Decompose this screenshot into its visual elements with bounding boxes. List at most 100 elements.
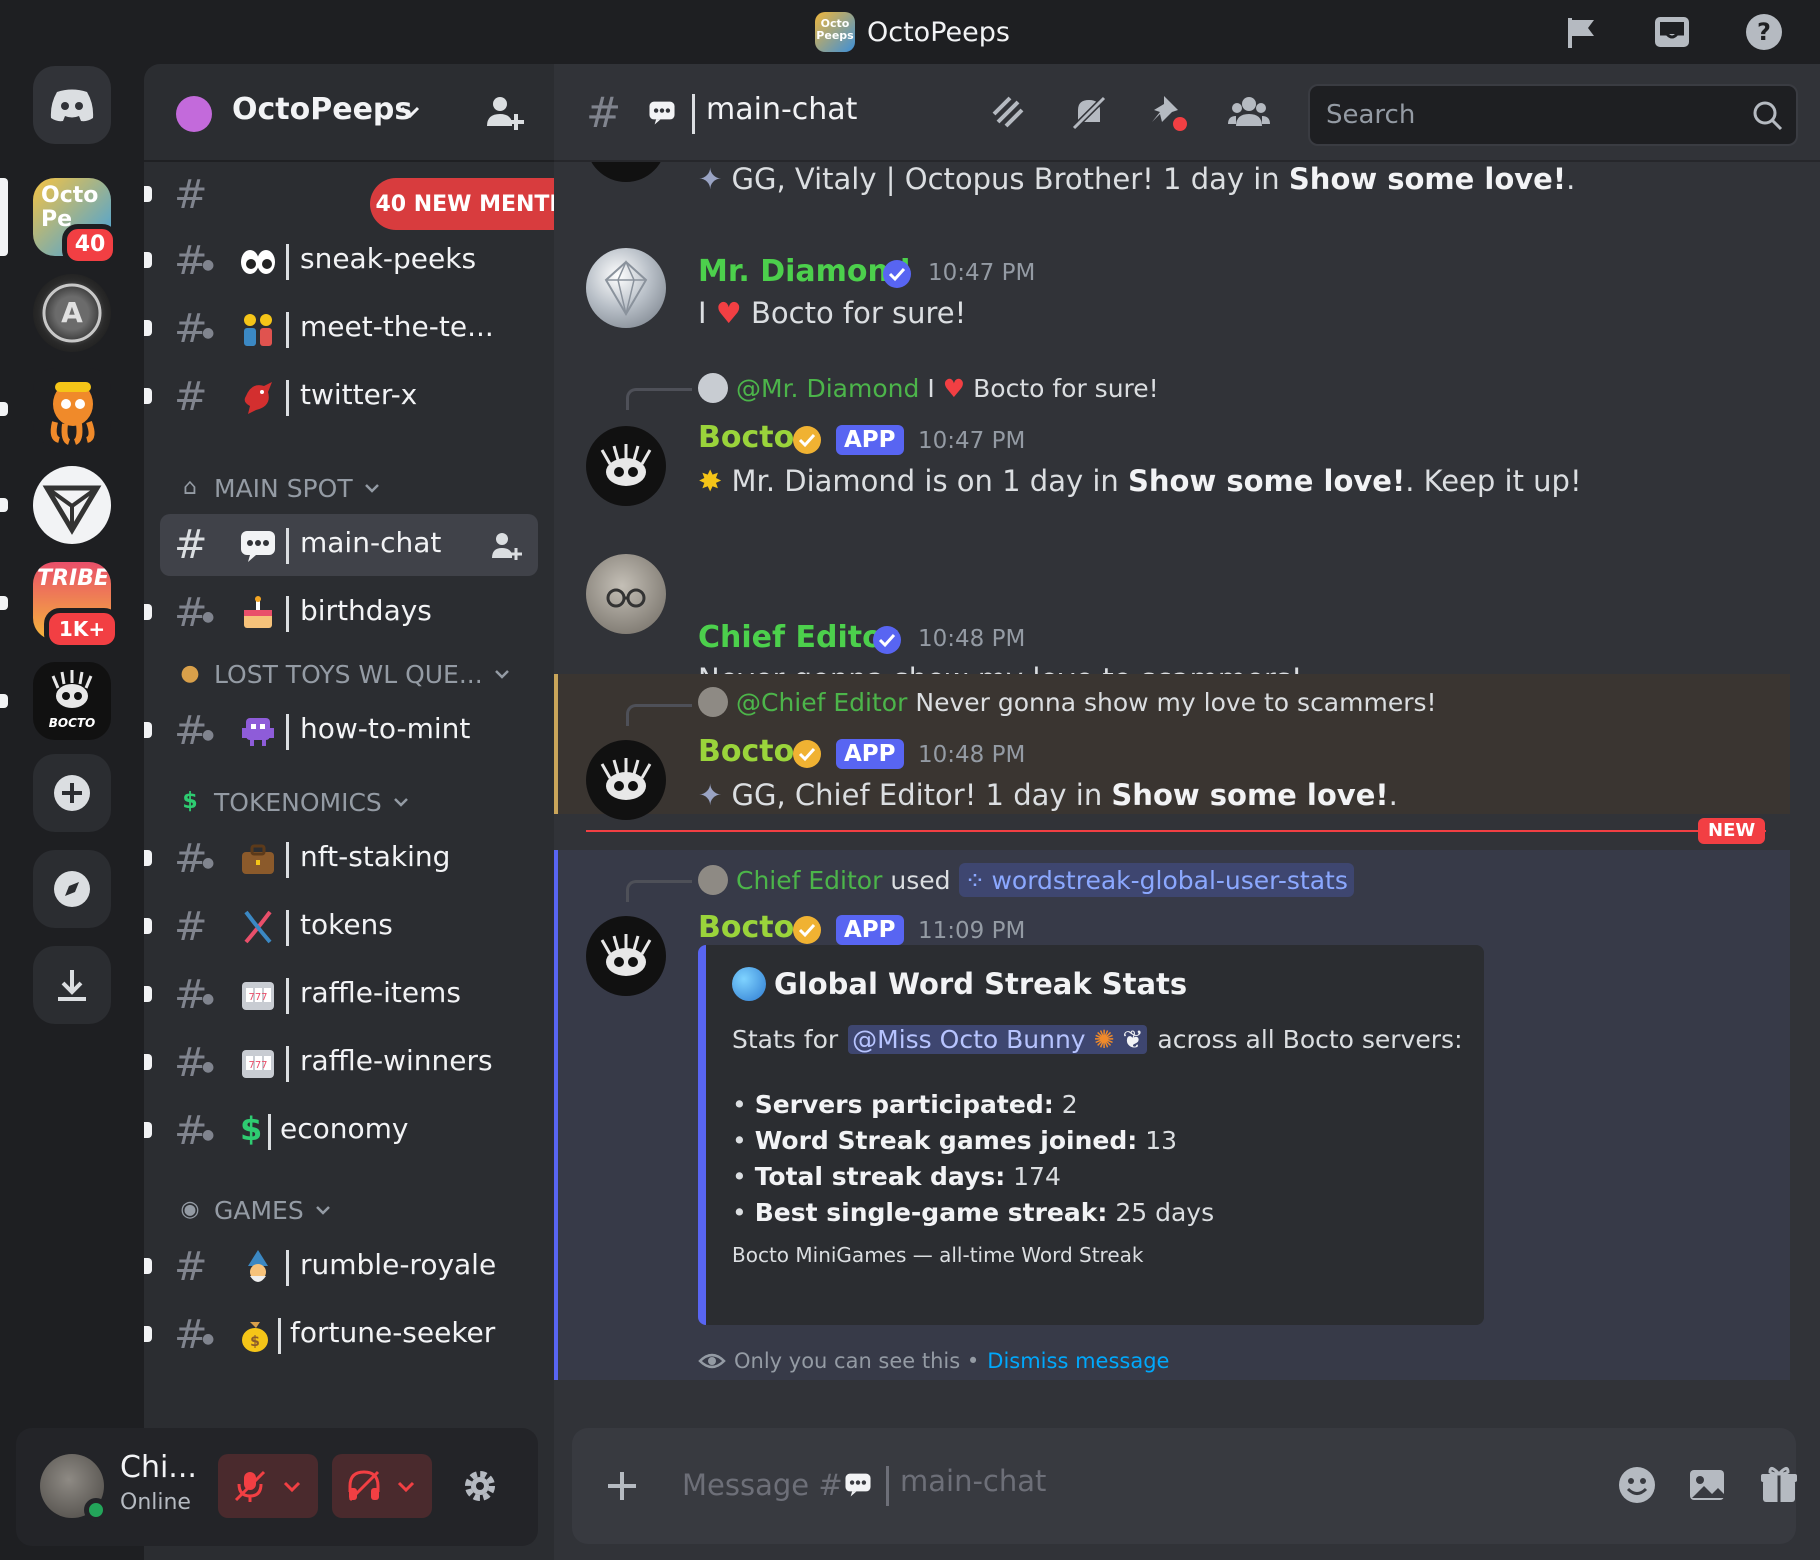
chevron-down-icon [400,106,420,119]
emoji-picker-icon[interactable] [1616,1464,1658,1506]
discord-icon [50,89,94,122]
channel-separator [692,94,695,134]
server-bocto[interactable]: BOCTO [33,662,111,740]
channel-sneak-peeks[interactable]: # ● sneak-peeks [144,230,538,292]
user-mention[interactable]: @Miss Octo Bunny ✺ ❦ [848,1025,1148,1054]
chief-editor-avatar[interactable] [586,554,666,634]
channel-main-chat[interactable]: # main-chat [160,514,538,576]
category-label: TOKENOMICS [214,787,382,817]
notification-bell-muted-icon[interactable] [1068,92,1110,134]
channel-separator [286,978,289,1014]
house-icon: ⌂ [183,475,197,500]
channel-label: meet-the-te... [300,310,494,343]
message-author[interactable]: Bocto [698,910,794,945]
channel-rumble-royale[interactable]: # rumble-royale [144,1236,538,1298]
mr-diamond-avatar[interactable] [586,248,666,328]
svg-text:?: ? [1757,18,1771,46]
channel-sidebar: OctoPeeps # 40 NEW MENTIONS #● sneak-pee… [144,64,554,1560]
download-button[interactable] [33,946,111,1024]
search-icon [1753,101,1783,131]
gear-icon[interactable] [460,1466,500,1506]
channel-separator [886,1466,889,1506]
hash-icon: # [174,1244,208,1290]
hash-icon: # [586,88,622,137]
channel-raffle-winners[interactable]: # ● 777 raffle-winners [144,1032,538,1094]
channel-meet-the-team[interactable]: # ● meet-the-te... [144,298,538,360]
deafen-button[interactable] [332,1454,432,1518]
reply-text: I [927,373,935,403]
flag-icon[interactable] [1560,12,1600,52]
stats-list: • Servers participated: 2 • Word Streak … [732,1087,1214,1231]
message-chief-editor: Chief Editor 10:48 PM Never gonna show m… [554,550,1820,696]
slash-command-icon: ⁘ [964,865,986,895]
message-text: ✸ Mr. Diamond is on 1 day in Show some l… [698,464,1582,498]
inbox-icon[interactable] [1652,12,1692,52]
bocto-avatar[interactable] [586,916,666,996]
member-list-icon[interactable] [1228,92,1270,134]
bocto-avatar[interactable] [586,426,666,506]
verified-badge-icon [793,916,821,944]
username[interactable]: Chi... [120,1450,197,1485]
reply-preview[interactable]: @Chief Editor Never gonna show my love t… [698,684,1437,720]
channel-tokens[interactable]: # tokens [144,896,538,958]
search-box[interactable] [1308,84,1798,146]
attach-plus-icon[interactable] [600,1464,644,1508]
slash-command-preview[interactable]: Chief Editor used ⁘ wordstreak-global-us… [698,862,1354,898]
message-author[interactable]: Chief Editor [698,620,898,655]
channel-birthdays[interactable]: # ● birthdays [144,582,538,644]
message-mr-diamond: Mr. Diamond 10:47 PM I ♥ Bocto for sure! [554,244,1820,364]
stat-item: • Word Streak games joined: 13 [732,1126,1178,1155]
threads-icon[interactable] [988,92,1030,134]
channel-separator [286,842,289,878]
discover-button[interactable] [33,850,111,928]
bocto-avatar[interactable] [586,740,666,820]
stats-embed: Global Word Streak Stats Stats for @Miss… [698,945,1484,1325]
channel-economy[interactable]: # ● $ economy [144,1100,538,1162]
help-icon[interactable]: ? [1744,12,1784,52]
unread-dot [0,402,8,416]
command-chip[interactable]: ⁘ wordstreak-global-user-stats [958,863,1354,897]
add-server-button[interactable] [33,754,111,832]
new-mentions-pill[interactable]: 40 NEW MENTIONS [370,178,554,230]
message-author[interactable]: Mr. Diamond [698,254,910,289]
server-triangle[interactable] [33,466,111,544]
message-author[interactable]: Bocto [698,420,794,455]
category-lost-toys[interactable]: ● LOST TOYS WL QUE... [176,656,511,692]
channel-label: raffle-items [300,976,461,1009]
pin-icon[interactable] [1148,92,1190,134]
server-octo-mascot[interactable] [33,368,111,446]
channel-fortune-seeker[interactable]: # ● $ fortune-seeker [144,1304,538,1366]
reply-connector [626,880,692,902]
title-center: Octo Peeps OctoPeeps [815,10,1010,54]
image-upload-icon[interactable] [1686,1464,1728,1506]
channel-raffle-items[interactable]: # ● 777 raffle-items [144,964,538,1026]
server-header[interactable]: OctoPeeps [144,64,554,162]
home-button[interactable] [33,66,111,144]
unread-indicator [144,1258,152,1274]
dismiss-message-link[interactable]: Dismiss message [987,1349,1169,1373]
invite-people-icon[interactable] [484,92,524,132]
message-author[interactable]: Bocto [698,734,794,769]
invite-people-icon[interactable] [490,530,522,562]
reply-preview[interactable]: @Mr. Diamond I ♥ Bocto for sure! [698,370,1159,406]
gift-icon[interactable] [1758,1464,1800,1506]
search-input[interactable] [1324,94,1724,136]
channel-twitter-x[interactable]: # twitter-x [144,366,538,428]
server-icon-mini: Octo Peeps [815,12,855,52]
channel-label: raffle-winners [300,1044,493,1077]
server-a-badge[interactable]: A [33,274,111,352]
unread-indicator [144,850,152,866]
category-main-spot[interactable]: ⌂ MAIN SPOT [176,470,381,506]
verified-badge-icon [873,626,901,654]
mute-button[interactable] [218,1454,318,1518]
category-tokenomics[interactable]: $ TOKENOMICS [176,784,410,820]
composer-channel-name: main-chat [900,1464,1047,1498]
channel-nft-staking[interactable]: # ● nft-staking [144,828,538,890]
speech-bubble-emoji-icon [845,1473,871,1497]
chat-area: # main-chat ✦ GG, Vitaly | Octopus Broth… [554,64,1820,1560]
diamond-icon [604,260,648,316]
hash-icon: # [174,904,208,950]
channel-how-to-mint[interactable]: # ● how-to-mint [144,700,538,762]
server-rail: Octo Pe 40 A TRIBE 1K+ BOCTO [0,64,144,1560]
category-games[interactable]: ◉ GAMES [176,1192,332,1228]
